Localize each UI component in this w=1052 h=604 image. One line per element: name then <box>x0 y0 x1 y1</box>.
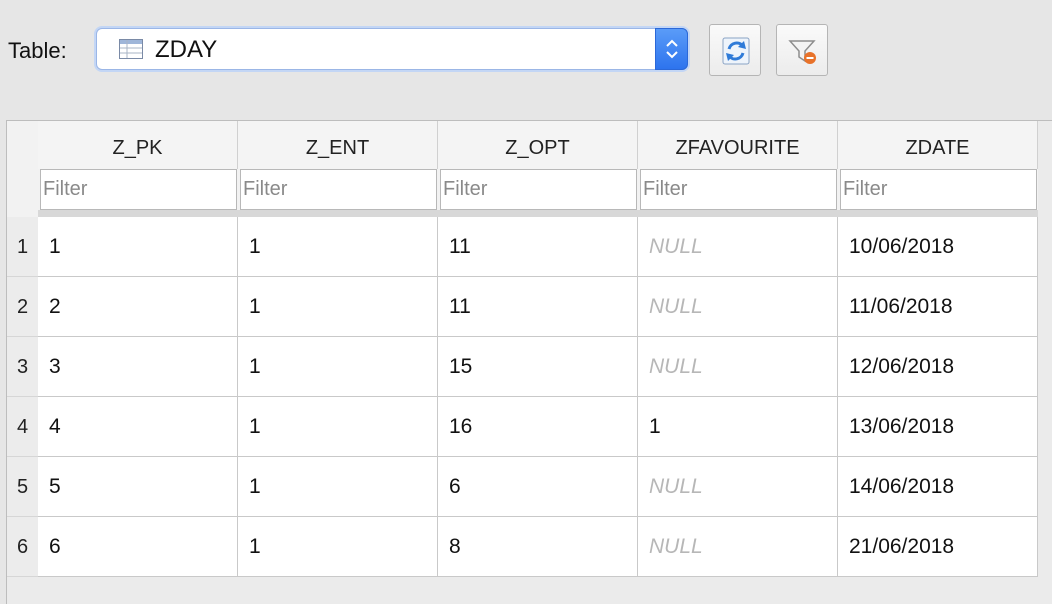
table-row[interactable]: 1 1 11 NULL 10/06/2018 <box>38 217 1038 277</box>
table-label: Table: <box>8 38 67 63</box>
table-select[interactable]: ZDAY <box>96 28 688 70</box>
row-number[interactable]: 5 <box>7 457 38 517</box>
selected-table-name: ZDAY <box>155 36 218 63</box>
cell-z-ent[interactable]: 1 <box>238 457 438 517</box>
row-number[interactable]: 4 <box>7 397 38 457</box>
cell-z-ent[interactable]: 1 <box>238 397 438 457</box>
cell-zfavourite[interactable]: NULL <box>638 217 838 277</box>
cell-zfavourite[interactable]: NULL <box>638 457 838 517</box>
table-row[interactable]: 5 1 6 NULL 14/06/2018 <box>38 457 1038 517</box>
table-row[interactable]: 6 1 8 NULL 21/06/2018 <box>38 517 1038 577</box>
cell-zdate[interactable]: 21/06/2018 <box>838 517 1038 577</box>
table-grid-icon <box>119 39 143 59</box>
filter-input-z-ent[interactable] <box>240 169 437 210</box>
data-grid: Z_PK Z_ENT Z_OPT ZFAVOURITE ZDATE 1 2 3 … <box>6 120 1052 604</box>
cell-z-pk[interactable]: 5 <box>38 457 238 517</box>
table-row[interactable]: 2 1 11 NULL 11/06/2018 <box>38 277 1038 337</box>
toolbar: Table: ZDAY <box>0 0 1052 118</box>
refresh-button[interactable] <box>709 24 761 76</box>
cell-zdate[interactable]: 14/06/2018 <box>838 457 1038 517</box>
filter-input-zdate[interactable] <box>840 169 1037 210</box>
column-header-zdate[interactable]: ZDATE <box>838 121 1038 169</box>
cell-zdate[interactable]: 11/06/2018 <box>838 277 1038 337</box>
column-header-z-opt[interactable]: Z_OPT <box>438 121 638 169</box>
cell-z-opt[interactable]: 15 <box>438 337 638 397</box>
cell-z-opt[interactable]: 16 <box>438 397 638 457</box>
cell-z-pk[interactable]: 2 <box>38 277 238 337</box>
row-number-column: 1 2 3 4 5 6 <box>7 217 38 604</box>
cell-zfavourite[interactable]: 1 <box>638 397 838 457</box>
cell-z-opt[interactable]: 11 <box>438 277 638 337</box>
cell-zfavourite[interactable]: NULL <box>638 517 838 577</box>
table-row[interactable]: 4 1 16 1 13/06/2018 <box>38 397 1038 457</box>
grid-body: 1 1 11 NULL 10/06/2018 2 1 11 NULL 11/06… <box>38 217 1038 577</box>
cell-zfavourite[interactable]: NULL <box>638 277 838 337</box>
filter-input-z-pk[interactable] <box>40 169 237 210</box>
chevron-updown-icon[interactable] <box>655 28 688 70</box>
cell-zdate[interactable]: 10/06/2018 <box>838 217 1038 277</box>
cell-z-pk[interactable]: 6 <box>38 517 238 577</box>
cell-z-opt[interactable]: 6 <box>438 457 638 517</box>
grid-corner <box>7 121 38 217</box>
cell-z-opt[interactable]: 8 <box>438 517 638 577</box>
clear-filters-button[interactable] <box>776 24 828 76</box>
cell-z-pk[interactable]: 4 <box>38 397 238 457</box>
cell-z-ent[interactable]: 1 <box>238 337 438 397</box>
cell-z-ent[interactable]: 1 <box>238 277 438 337</box>
row-number[interactable]: 3 <box>7 337 38 397</box>
column-header-zfavourite[interactable]: ZFAVOURITE <box>638 121 838 169</box>
cell-z-ent[interactable]: 1 <box>238 217 438 277</box>
filter-input-zfavourite[interactable] <box>640 169 837 210</box>
column-header-z-ent[interactable]: Z_ENT <box>238 121 438 169</box>
cell-z-ent[interactable]: 1 <box>238 517 438 577</box>
row-number[interactable]: 2 <box>7 277 38 337</box>
cell-zfavourite[interactable]: NULL <box>638 337 838 397</box>
row-number[interactable]: 6 <box>7 517 38 577</box>
cell-zdate[interactable]: 12/06/2018 <box>838 337 1038 397</box>
table-row[interactable]: 3 1 15 NULL 12/06/2018 <box>38 337 1038 397</box>
row-number[interactable]: 1 <box>7 217 38 277</box>
column-header-z-pk[interactable]: Z_PK <box>38 121 238 169</box>
cell-z-pk[interactable]: 3 <box>38 337 238 397</box>
cell-z-opt[interactable]: 11 <box>438 217 638 277</box>
filter-input-z-opt[interactable] <box>440 169 637 210</box>
cell-z-pk[interactable]: 1 <box>38 217 238 277</box>
cell-zdate[interactable]: 13/06/2018 <box>838 397 1038 457</box>
